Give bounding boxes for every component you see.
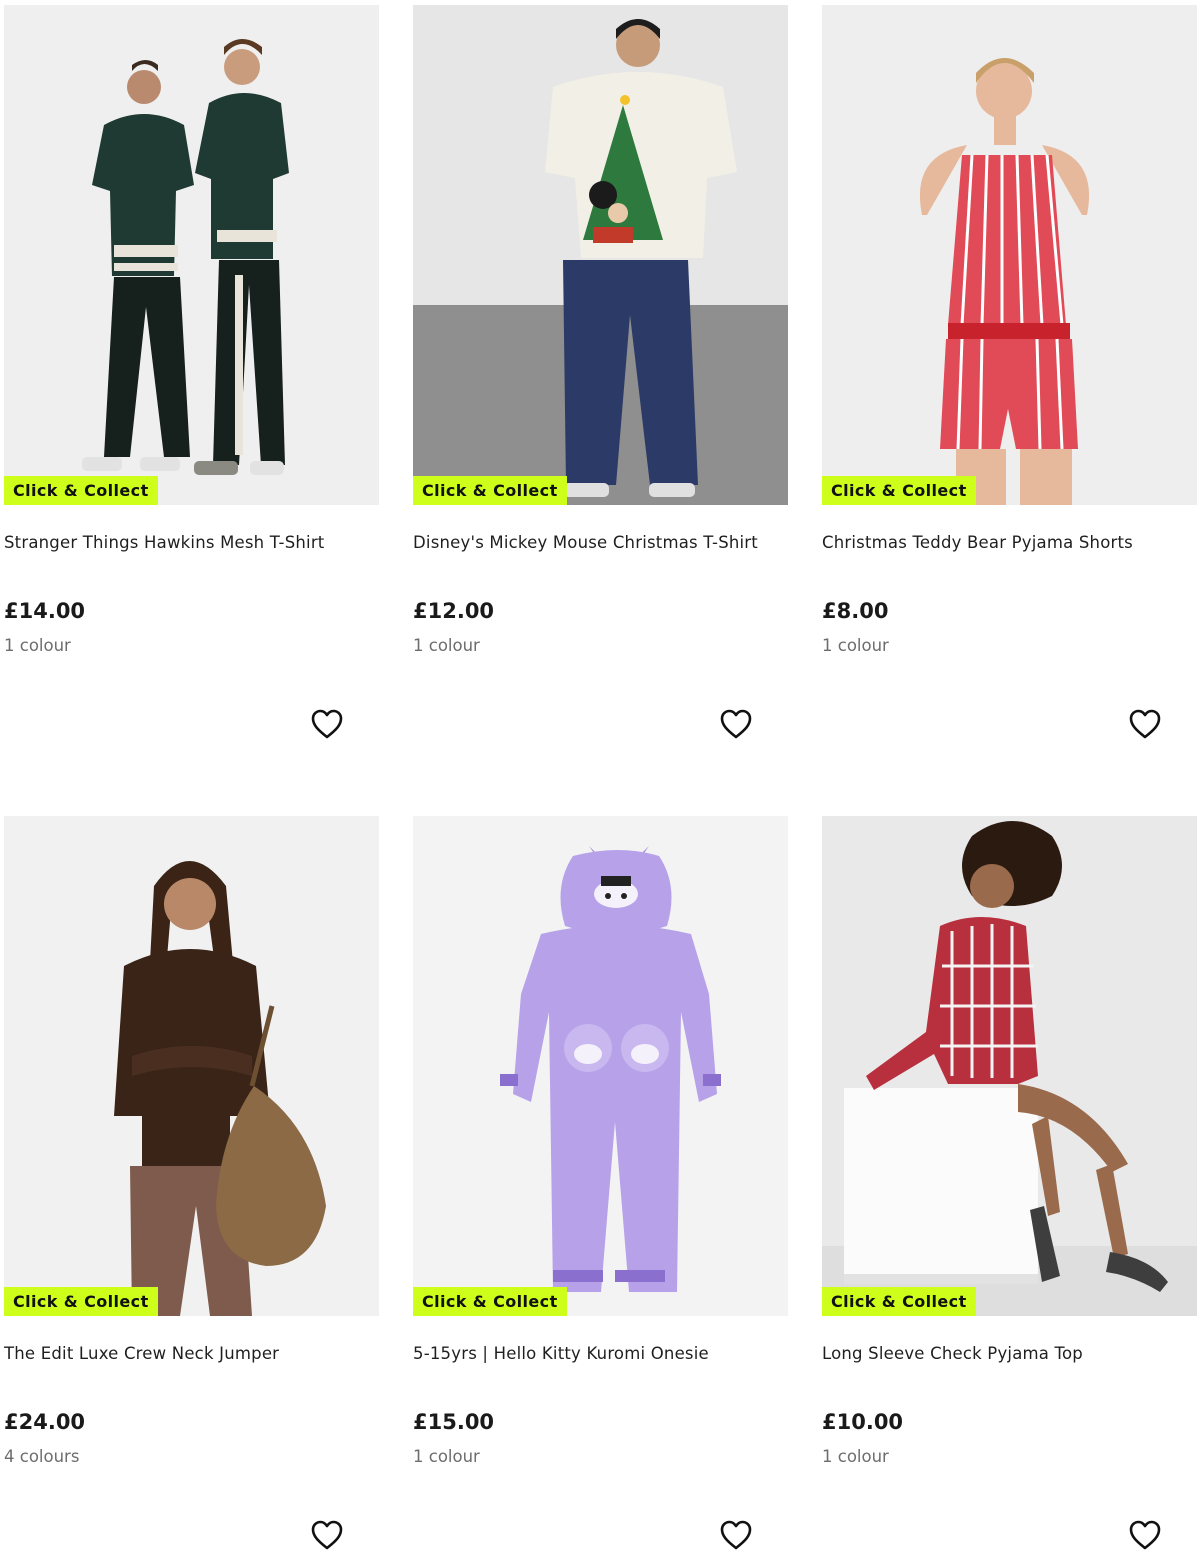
click-collect-badge: Click & Collect [4, 1287, 158, 1316]
product-price: £24.00 [4, 1410, 86, 1434]
product-card[interactable]: Click & Collect Long Sleeve Check Pyjama… [822, 816, 1197, 1553]
wishlist-button[interactable] [1127, 706, 1163, 742]
product-image-link[interactable]: Click & Collect [822, 5, 1197, 505]
product-image-link[interactable]: Click & Collect [413, 816, 788, 1316]
product-image-link[interactable]: Click & Collect [4, 816, 379, 1316]
product-colour-count: 1 colour [4, 636, 71, 655]
click-collect-badge: Click & Collect [413, 1287, 567, 1316]
product-card[interactable]: Click & Collect Christmas Teddy Bear Pyj… [822, 5, 1197, 816]
heart-outline-icon [720, 709, 752, 739]
product-title[interactable]: Christmas Teddy Bear Pyjama Shorts [822, 532, 1197, 554]
product-image [822, 816, 1197, 1316]
product-image [413, 5, 788, 505]
click-collect-badge: Click & Collect [4, 476, 158, 505]
heart-outline-icon [311, 1520, 343, 1550]
click-collect-badge: Click & Collect [822, 476, 976, 505]
product-title[interactable]: Long Sleeve Check Pyjama Top [822, 1343, 1197, 1365]
click-collect-badge: Click & Collect [413, 476, 567, 505]
product-card[interactable]: Click & Collect 5-15yrs | Hello Kitty Ku… [413, 816, 788, 1553]
wishlist-button[interactable] [718, 1517, 754, 1553]
heart-outline-icon [1129, 1520, 1161, 1550]
heart-outline-icon [1129, 709, 1161, 739]
product-colour-count: 1 colour [822, 636, 889, 655]
wishlist-button[interactable] [309, 1517, 345, 1553]
product-image [4, 5, 379, 505]
wishlist-button[interactable] [1127, 1517, 1163, 1553]
wishlist-button[interactable] [309, 706, 345, 742]
product-image-link[interactable]: Click & Collect [4, 5, 379, 505]
heart-outline-icon [311, 709, 343, 739]
product-card[interactable]: Click & Collect Disney's Mickey Mouse Ch… [413, 5, 788, 816]
product-colour-count: 1 colour [413, 636, 480, 655]
product-card[interactable]: Click & Collect The Edit Luxe Crew Neck … [4, 816, 379, 1553]
product-title[interactable]: Disney's Mickey Mouse Christmas T-Shirt [413, 532, 788, 554]
product-image-link[interactable]: Click & Collect [822, 816, 1197, 1316]
product-title[interactable]: 5-15yrs | Hello Kitty Kuromi Onesie [413, 1343, 788, 1365]
product-price: £12.00 [413, 599, 495, 623]
click-collect-badge: Click & Collect [822, 1287, 976, 1316]
product-image [413, 816, 788, 1316]
product-colour-count: 1 colour [413, 1447, 480, 1466]
product-price: £10.00 [822, 1410, 904, 1434]
product-colour-count: 4 colours [4, 1447, 80, 1466]
product-colour-count: 1 colour [822, 1447, 889, 1466]
wishlist-button[interactable] [718, 706, 754, 742]
product-title[interactable]: Stranger Things Hawkins Mesh T-Shirt [4, 532, 379, 554]
product-image [4, 816, 379, 1316]
heart-outline-icon [720, 1520, 752, 1550]
product-title[interactable]: The Edit Luxe Crew Neck Jumper [4, 1343, 379, 1365]
product-image [822, 5, 1197, 505]
product-price: £15.00 [413, 1410, 495, 1434]
product-image-link[interactable]: Click & Collect [413, 5, 788, 505]
product-grid: Click & Collect Stranger Things Hawkins … [0, 0, 1200, 1553]
product-card[interactable]: Click & Collect Stranger Things Hawkins … [4, 5, 379, 816]
product-price: £8.00 [822, 599, 889, 623]
product-price: £14.00 [4, 599, 86, 623]
